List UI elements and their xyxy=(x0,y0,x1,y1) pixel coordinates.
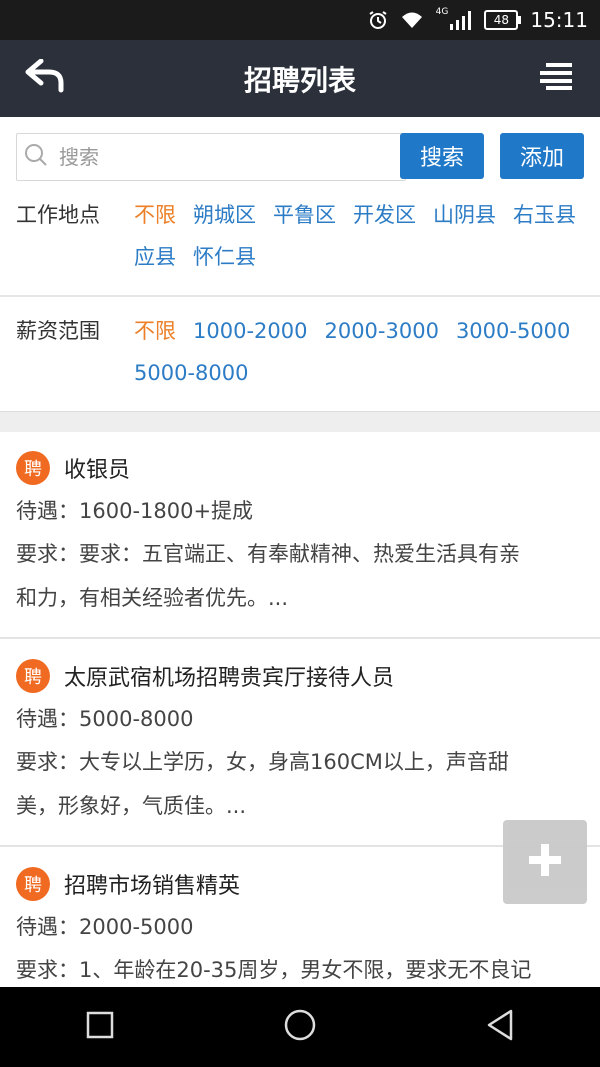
search-icon xyxy=(23,142,49,172)
location-filter-label: 工作地点 xyxy=(16,203,100,227)
system-nav-bar xyxy=(0,987,600,1067)
search-row: 搜索 添加 xyxy=(16,133,584,181)
back-triangle-icon xyxy=(485,1009,515,1045)
home-icon xyxy=(283,1008,317,1046)
job-header: 聘 招聘市场销售精英 xyxy=(16,867,240,901)
job-requirement: 要求：要求：五官端正、有奉献精神、热爱生活具有亲 xyxy=(16,542,520,566)
job-badge: 聘 xyxy=(16,659,50,693)
page-title: 招聘列表 xyxy=(243,63,356,97)
location-option[interactable]: 不限 xyxy=(134,201,176,230)
job-title: 太原武宿机场招聘贵宾厅接待人员 xyxy=(64,666,395,691)
location-options: 不限 朔城区 平鲁区 开发区 山阴县 右玉县 应县 怀仁县 xyxy=(134,201,584,272)
location-option[interactable]: 应县 xyxy=(134,243,176,272)
battery-icon: 48 xyxy=(484,10,522,30)
section-gap xyxy=(0,411,600,432)
alarm-icon xyxy=(368,10,388,30)
menu-icon xyxy=(538,62,574,94)
network-type: 4G xyxy=(435,7,449,17)
salary-option[interactable]: 5000-8000 xyxy=(134,359,248,388)
menu-button[interactable] xyxy=(536,58,576,98)
location-option[interactable]: 怀仁县 xyxy=(193,243,256,272)
location-option[interactable]: 平鲁区 xyxy=(273,201,336,230)
floating-add-button[interactable] xyxy=(503,820,587,904)
app-header: 招聘列表 xyxy=(0,40,600,117)
divider xyxy=(0,295,600,297)
salary-option[interactable]: 3000-5000 xyxy=(456,317,570,346)
job-salary: 待遇：5000-8000 xyxy=(16,707,194,731)
divider xyxy=(0,637,600,639)
job-requirement: 和力，有相关经验者优先。... xyxy=(16,586,289,610)
status-icons: 4G 48 15:11 xyxy=(368,0,588,40)
job-requirement: 要求：1、年龄在20-35周岁，男女不限，要求无不良记 xyxy=(16,958,532,982)
home-button[interactable] xyxy=(270,997,330,1057)
salary-option[interactable]: 2000-3000 xyxy=(324,317,438,346)
recent-apps-button[interactable] xyxy=(70,997,130,1057)
job-salary: 待遇：1600-1800+提成 xyxy=(16,499,254,523)
job-header: 聘 太原武宿机场招聘贵宾厅接待人员 xyxy=(16,659,394,693)
search-button[interactable]: 搜索 xyxy=(400,133,484,179)
search-input[interactable] xyxy=(57,144,381,170)
recent-apps-icon xyxy=(86,1011,114,1043)
location-option[interactable]: 朔城区 xyxy=(193,201,256,230)
salary-filter-label: 薪资范围 xyxy=(16,319,100,343)
job-title: 招聘市场销售精英 xyxy=(64,874,241,899)
job-header: 聘 收银员 xyxy=(16,451,130,485)
job-requirement: 要求：大专以上学历，女，身高160CM以上，声音甜 xyxy=(16,750,509,774)
add-button[interactable]: 添加 xyxy=(500,133,584,179)
location-option[interactable]: 开发区 xyxy=(353,201,416,230)
job-requirement: 美，形象好，气质佳。... xyxy=(16,794,247,818)
nav-back-button[interactable] xyxy=(470,997,530,1057)
salary-options: 不限 1000-2000 2000-3000 3000-5000 5000-80… xyxy=(134,317,584,388)
search-box[interactable] xyxy=(16,133,406,181)
wifi-icon xyxy=(400,10,424,30)
salary-option[interactable]: 1000-2000 xyxy=(193,317,307,346)
status-bar: 4G 48 15:11 xyxy=(0,0,600,40)
location-option[interactable]: 右玉县 xyxy=(513,201,576,230)
plus-icon xyxy=(527,842,563,882)
signal-icon: 4G xyxy=(435,7,473,30)
job-badge: 聘 xyxy=(16,451,50,485)
job-title: 收银员 xyxy=(64,458,131,483)
job-salary: 待遇：2000-5000 xyxy=(16,915,194,939)
location-option[interactable]: 山阴县 xyxy=(433,201,496,230)
salary-option[interactable]: 不限 xyxy=(134,317,176,346)
job-badge: 聘 xyxy=(16,867,50,901)
status-time: 15:11 xyxy=(530,8,588,32)
